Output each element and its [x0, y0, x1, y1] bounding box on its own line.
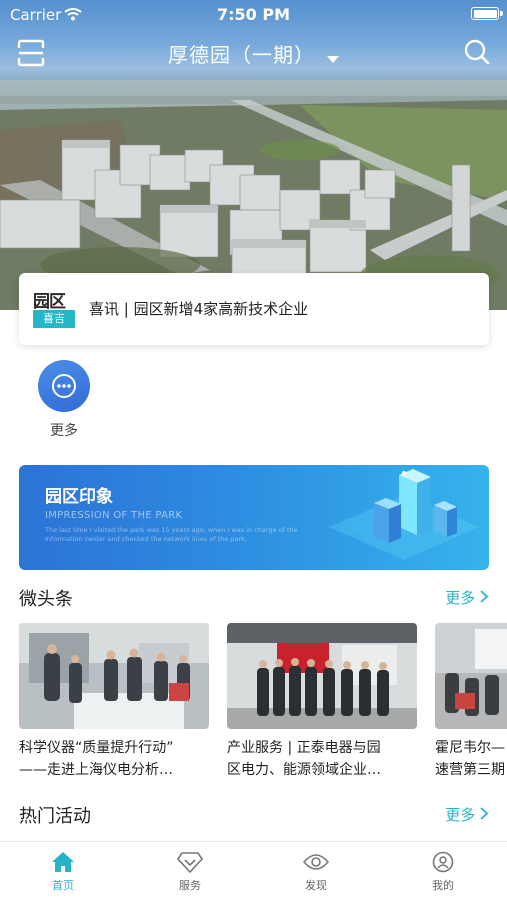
headline-articles-scroller[interactable]: 科学仪器“质量提升行动” ——走进上海仪电分析… 产业服务 | 正泰电器与园 区…	[19, 623, 507, 783]
article-card[interactable]: 霍尼韦尔— 速营第三期	[435, 623, 507, 781]
park-selector[interactable]: 厚德园（一期）	[0, 39, 507, 69]
tab-home[interactable]: 首页	[23, 850, 103, 893]
article-card[interactable]: 产业服务 | 正泰电器与园 区电力、能源领域企业…	[227, 623, 417, 781]
headlines-more-label: 更多	[445, 589, 476, 607]
park-impression-banner[interactable]: 园区印象 IMPRESSION OF THE PARK The last tim…	[19, 465, 489, 570]
isometric-city-icon	[329, 469, 479, 560]
tab-label: 发现	[305, 879, 327, 892]
headlines-title: 微头条	[19, 589, 73, 610]
banner-description: The last time I visited the park was 15 …	[45, 526, 298, 543]
battery-icon	[471, 7, 499, 20]
article-title: 科学仪器“质量提升行动” ——走进上海仪电分析…	[19, 737, 209, 781]
article-line-1: 科学仪器“质量提升行动”	[19, 740, 174, 756]
tab-label: 服务	[179, 879, 201, 892]
events-more-link[interactable]: 更多	[445, 804, 489, 825]
park-title: 厚德园（一期）	[168, 43, 315, 67]
article-photo-lab	[19, 623, 209, 729]
article-line-2: 区电力、能源领域企业…	[227, 762, 381, 778]
chevron-right-icon	[480, 590, 489, 603]
tab-services[interactable]: 服务	[150, 850, 230, 893]
eye-icon	[276, 850, 356, 874]
tab-label: 首页	[52, 879, 74, 892]
search-icon[interactable]	[463, 38, 491, 66]
article-line-2: 速营第三期	[435, 762, 505, 778]
home-icon	[23, 850, 103, 874]
logo-bottom-text: 喜吉	[33, 310, 75, 328]
article-photo-group	[227, 623, 417, 729]
logo-top-text: 园区	[33, 292, 66, 312]
events-section-header: 热门活动 更多	[19, 802, 489, 828]
article-photo-classroom	[435, 623, 507, 729]
news-ticker-card[interactable]: 园区 喜吉 喜讯 | 园区新增4家高新技术企业	[19, 273, 489, 345]
tab-profile[interactable]: 我的	[403, 850, 483, 893]
news-headline: 喜讯 | 园区新增4家高新技术企业	[89, 300, 309, 318]
banner-title: 园区印象	[45, 487, 113, 507]
headlines-section-header: 微头条 更多	[19, 585, 489, 611]
events-title: 热门活动	[19, 806, 91, 827]
park-news-logo: 园区 喜吉	[33, 289, 77, 329]
status-time: 7:50 PM	[216, 5, 290, 24]
app-screen: Carrier 7:50 PM 厚德园（一期） 园区 喜吉 喜讯 | 园区新增4…	[0, 0, 507, 900]
article-card[interactable]: 科学仪器“质量提升行动” ——走进上海仪电分析…	[19, 623, 209, 781]
more-dots-icon	[38, 360, 90, 412]
chevron-right-icon	[480, 807, 489, 820]
headlines-more-link[interactable]: 更多	[445, 587, 489, 608]
profile-icon	[403, 850, 483, 874]
banner-subtitle: IMPRESSION OF THE PARK	[45, 510, 183, 521]
tab-label: 我的	[432, 879, 454, 892]
article-line-1: 产业服务 | 正泰电器与园	[227, 740, 381, 756]
battery-nub	[500, 11, 503, 16]
article-line-2: ——走进上海仪电分析…	[19, 762, 173, 778]
quick-action-label: 更多	[50, 423, 78, 439]
quick-action-more[interactable]: 更多	[38, 360, 90, 440]
article-title: 产业服务 | 正泰电器与园 区电力、能源领域企业…	[227, 737, 417, 781]
chevron-down-icon	[327, 45, 339, 69]
status-bar: Carrier 7:50 PM	[0, 0, 507, 30]
nav-bar: 厚德园（一期）	[0, 30, 507, 76]
diamond-icon	[150, 850, 230, 874]
article-title: 霍尼韦尔— 速营第三期	[435, 737, 507, 781]
article-line-1: 霍尼韦尔—	[435, 740, 505, 756]
bottom-tab-bar: 首页 服务 发现 我的	[0, 841, 507, 900]
events-more-label: 更多	[445, 806, 476, 824]
tab-discover[interactable]: 发现	[276, 850, 356, 893]
